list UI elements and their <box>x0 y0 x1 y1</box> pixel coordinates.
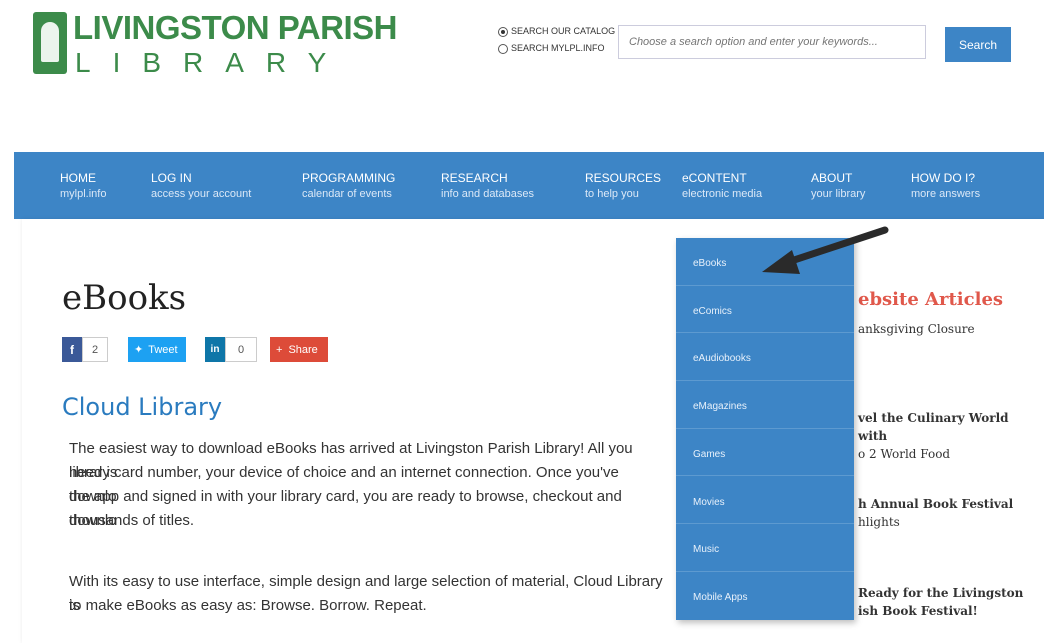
search-option-site[interactable]: SEARCH MYLPL.INFO <box>498 40 615 57</box>
nav-item-about[interactable]: ABOUT your library <box>811 170 865 202</box>
sidebar-article[interactable]: h Annual Book Festival hlights <box>858 495 1028 531</box>
search-options: SEARCH OUR CATALOG SEARCH MYLPL.INFO <box>498 23 615 57</box>
menu-item-eaudiobooks[interactable]: eAudiobooks <box>676 333 854 382</box>
library-logo[interactable]: LIVINGSTON PARISH LIBRARY <box>33 7 397 78</box>
menu-item-emagazines[interactable]: eMagazines <box>676 381 854 429</box>
plus-icon: + <box>276 343 283 356</box>
sidebar-article[interactable]: vel the Culinary World with o 2 World Foo… <box>858 409 1028 463</box>
search-button[interactable]: Search <box>945 27 1011 62</box>
linkedin-icon: in <box>205 337 225 362</box>
logo-text-line1: LIVINGSTON PARISH <box>73 9 397 46</box>
search-option-catalog[interactable]: SEARCH OUR CATALOG <box>498 23 615 40</box>
main-nav: HOME mylpl.info LOG IN access your account… <box>14 152 1044 219</box>
search-input[interactable] <box>618 25 926 59</box>
nav-item-programming[interactable]: PROGRAMMING calendar of events <box>302 170 395 202</box>
nav-item-how-do-i[interactable]: HOW DO I? more answers <box>911 170 980 202</box>
nav-item-research[interactable]: RESEARCH info and databases <box>441 170 534 202</box>
nav-item-home[interactable]: HOME mylpl.info <box>60 170 106 202</box>
menu-item-mobile-apps[interactable]: Mobile Apps <box>676 572 854 620</box>
menu-item-games[interactable]: Games <box>676 429 854 477</box>
tweet-button[interactable]: ✦ Tweet <box>128 337 186 362</box>
radio-checked-icon[interactable] <box>498 26 508 37</box>
sidebar-article[interactable]: anksgiving Closure <box>858 320 1028 338</box>
menu-item-music[interactable]: Music <box>676 524 854 572</box>
facebook-count: 2 <box>82 337 108 362</box>
twitter-icon: ✦ <box>134 344 144 356</box>
page-title: eBooks <box>62 278 187 318</box>
facebook-share[interactable]: f 2 <box>62 337 108 362</box>
logo-text-line2: LIBRARY <box>75 47 349 78</box>
nav-item-econtent[interactable]: eCONTENT electronic media <box>682 170 762 202</box>
linkedin-share[interactable]: in 0 <box>205 337 257 362</box>
sidebar-article[interactable]: Ready for the Livingston ish Book Festiva… <box>858 584 1028 620</box>
linkedin-count: 0 <box>225 337 257 362</box>
section-title: Cloud Library <box>62 393 223 421</box>
tree-logo-icon <box>33 12 67 74</box>
nav-item-resources[interactable]: RESOURCES to help you <box>585 170 661 202</box>
sidebar-title: ebsite Articles <box>858 289 1004 310</box>
econtent-dropdown-menu: eBooks eComics eAudiobooks eMagazines Ga… <box>676 238 854 620</box>
menu-item-ecomics[interactable]: eComics <box>676 286 854 334</box>
facebook-icon: f <box>62 337 82 362</box>
nav-item-login[interactable]: LOG IN access your account <box>151 170 251 202</box>
menu-item-movies[interactable]: Movies <box>676 477 854 525</box>
annotation-arrow-icon <box>762 226 889 274</box>
share-button[interactable]: + Share <box>270 337 328 362</box>
radio-unchecked-icon[interactable] <box>498 43 508 54</box>
